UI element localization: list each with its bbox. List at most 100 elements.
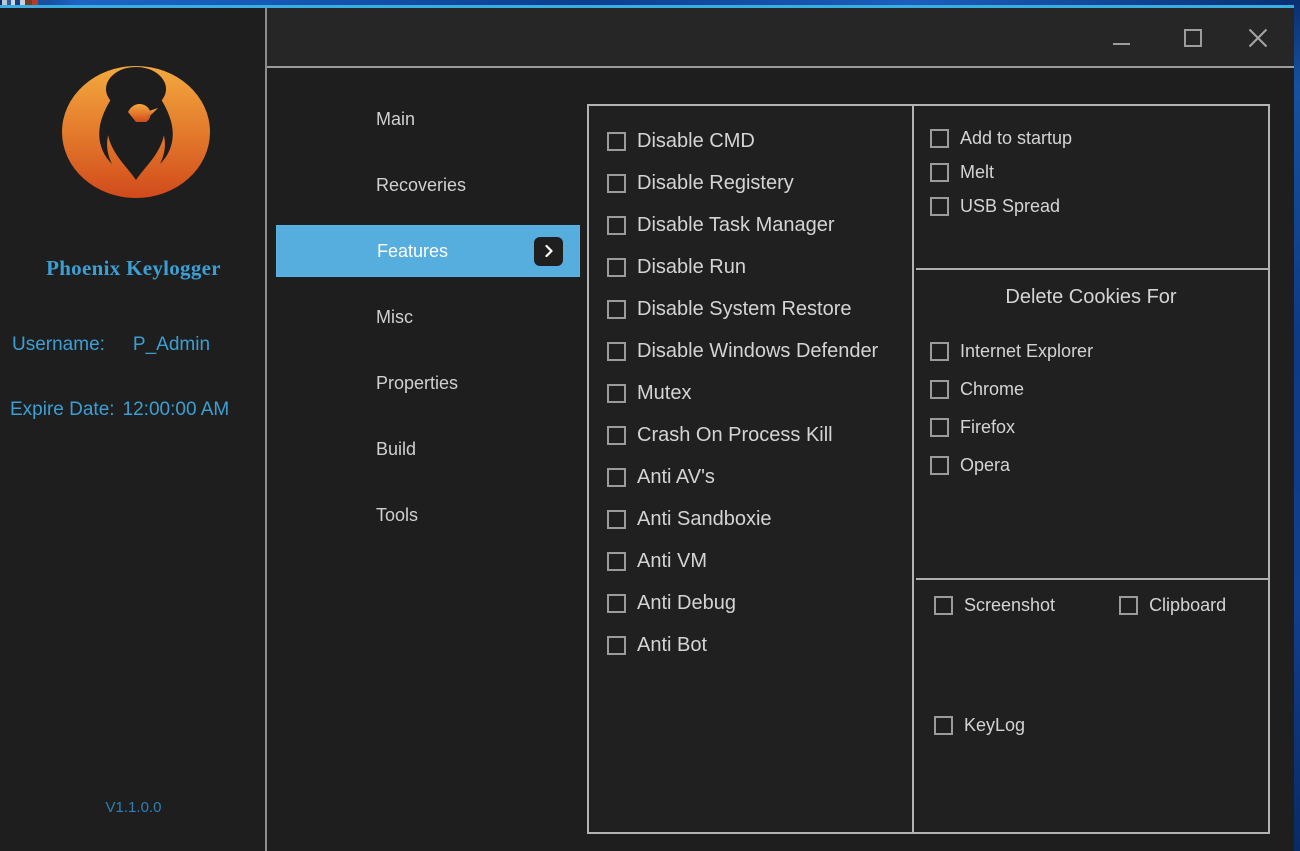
checkbox-label: Opera bbox=[960, 455, 1011, 475]
sidebar: Phoenix Keylogger Username: P_Admin Expir… bbox=[2, 8, 265, 851]
checkbox-row[interactable]: Add to startup bbox=[930, 128, 1072, 149]
checkbox-chrome[interactable] bbox=[930, 380, 949, 399]
client-area: Phoenix Keylogger Username: P_Admin Expir… bbox=[2, 8, 1294, 851]
maximize-button[interactable] bbox=[1170, 20, 1216, 56]
checkbox-melt[interactable] bbox=[930, 163, 949, 182]
checkbox-internet-explorer[interactable] bbox=[930, 342, 949, 361]
checkbox-row[interactable]: Internet Explorer bbox=[930, 341, 1093, 362]
checkbox-row[interactable]: Anti Debug bbox=[607, 584, 878, 623]
checkbox-label: Add to startup bbox=[960, 128, 1073, 148]
checkbox-row[interactable]: Mutex bbox=[607, 374, 878, 413]
checkbox-label: Chrome bbox=[960, 379, 1025, 399]
checkbox-usb-spread[interactable] bbox=[930, 197, 949, 216]
close-button[interactable] bbox=[1234, 20, 1280, 56]
checkbox-crash-on-process-kill[interactable] bbox=[607, 426, 626, 445]
checkbox-label: Crash On Process Kill bbox=[637, 424, 833, 446]
checkbox-disable-run[interactable] bbox=[607, 258, 626, 277]
close-icon bbox=[1246, 27, 1268, 49]
chevron-right-icon[interactable] bbox=[534, 236, 563, 266]
checkbox-row[interactable]: KeyLog bbox=[934, 715, 1025, 736]
checkbox-label: Anti Debug bbox=[637, 592, 736, 614]
checkbox-disable-task-manager[interactable] bbox=[607, 216, 626, 235]
checkbox-label: Melt bbox=[960, 162, 995, 182]
maximize-icon bbox=[1184, 29, 1202, 47]
divider-cookies-capture bbox=[916, 578, 1268, 580]
phoenix-logo-icon bbox=[60, 56, 212, 208]
minimize-button[interactable] bbox=[1098, 20, 1144, 56]
checkbox-label: Disable Windows Defender bbox=[637, 340, 879, 362]
nav-menu: Main Recoveries Features Misc Properties Buil… bbox=[267, 68, 580, 851]
checkbox-anti-vm[interactable] bbox=[607, 552, 626, 571]
startup-options-group: Add to startup Melt USB Spread bbox=[930, 128, 1072, 217]
nav-item-label: Main bbox=[376, 108, 416, 129]
checkbox-anti-av-s[interactable] bbox=[607, 468, 626, 487]
checkbox-disable-windows-defender[interactable] bbox=[607, 342, 626, 361]
expire-date-value: 12:00:00 AM bbox=[122, 399, 230, 420]
checkbox-row[interactable]: Screenshot bbox=[934, 595, 1055, 616]
checkbox-disable-system-restore[interactable] bbox=[607, 300, 626, 319]
divider-startup-cookies bbox=[916, 268, 1268, 270]
nav-item-tools[interactable]: Tools bbox=[276, 489, 580, 541]
window-right-border bbox=[1294, 0, 1300, 851]
checkbox-label: Internet Explorer bbox=[960, 341, 1094, 361]
checkbox-label: USB Spread bbox=[960, 196, 1061, 216]
checkbox-opera[interactable] bbox=[930, 456, 949, 475]
checkbox-row[interactable]: Disable Windows Defender bbox=[607, 332, 878, 371]
checkbox-row[interactable]: Clipboard bbox=[1119, 595, 1226, 616]
checkbox-anti-debug[interactable] bbox=[607, 594, 626, 613]
checkbox-row[interactable]: Disable Run bbox=[607, 248, 878, 287]
version-label: V1.1.0.0 bbox=[105, 799, 162, 816]
checkbox-row[interactable]: Anti VM bbox=[607, 542, 878, 581]
checkbox-firefox[interactable] bbox=[930, 418, 949, 437]
checkbox-label: Disable System Restore bbox=[637, 298, 852, 320]
capture-options-group: Screenshot Clipboard bbox=[934, 595, 1254, 616]
keylog-options-group: KeyLog bbox=[934, 715, 1025, 736]
checkbox-row[interactable]: Anti Bot bbox=[607, 626, 878, 665]
brand-title: Phoenix Keylogger bbox=[46, 256, 221, 280]
checkbox-disable-registery[interactable] bbox=[607, 174, 626, 193]
features-panel-left: Disable CMD Disable Registery Disable Task… bbox=[587, 104, 914, 834]
checkbox-row[interactable]: Opera bbox=[930, 455, 1093, 476]
checkbox-add-to-startup[interactable] bbox=[930, 129, 949, 148]
checkbox-row[interactable]: Disable System Restore bbox=[607, 290, 878, 329]
username-value: P_Admin bbox=[132, 334, 211, 355]
checkbox-mutex[interactable] bbox=[607, 384, 626, 403]
nav-item-label: Build bbox=[376, 438, 417, 459]
checkbox-row[interactable]: Disable Task Manager bbox=[607, 206, 878, 245]
nav-item-main[interactable]: Main bbox=[276, 93, 580, 145]
checkbox-keylog[interactable] bbox=[934, 716, 953, 735]
nav-item-properties[interactable]: Properties bbox=[276, 357, 580, 409]
checkbox-row[interactable]: Disable Registery bbox=[607, 164, 878, 203]
nav-item-label: Misc bbox=[376, 306, 413, 327]
features-panel-right: Add to startup Melt USB Spread Delete Cook… bbox=[912, 104, 1270, 834]
nav-item-build[interactable]: Build bbox=[276, 423, 580, 475]
checkbox-screenshot[interactable] bbox=[934, 596, 953, 615]
application-window: Phoenix Keylogger Username: P_Admin Expir… bbox=[0, 0, 1300, 851]
checkbox-label: Disable Registery bbox=[637, 172, 794, 194]
title-bar bbox=[267, 8, 1294, 66]
checkbox-label: Anti Sandboxie bbox=[637, 508, 772, 530]
checkbox-disable-cmd[interactable] bbox=[607, 132, 626, 151]
checkbox-row[interactable]: Crash On Process Kill bbox=[607, 416, 878, 455]
checkbox-label: Anti VM bbox=[637, 550, 708, 572]
username-label: Username: bbox=[12, 334, 105, 355]
checkbox-row[interactable]: Chrome bbox=[930, 379, 1093, 400]
cookies-options-group: Internet Explorer Chrome Firefox Opera bbox=[930, 341, 1093, 476]
checkbox-label: Anti AV's bbox=[637, 466, 715, 488]
checkbox-label: Firefox bbox=[960, 417, 1016, 437]
nav-item-label: Properties bbox=[376, 372, 459, 393]
checkbox-row[interactable]: Anti AV's bbox=[607, 458, 878, 497]
checkbox-row[interactable]: Melt bbox=[930, 162, 1072, 183]
nav-item-misc[interactable]: Misc bbox=[276, 291, 580, 343]
checkbox-row[interactable]: Firefox bbox=[930, 417, 1093, 438]
nav-item-features[interactable]: Features bbox=[276, 225, 580, 277]
checkbox-label: Disable Task Manager bbox=[637, 214, 835, 236]
checkbox-clipboard[interactable] bbox=[1119, 596, 1139, 615]
checkbox-label: Clipboard bbox=[1149, 595, 1227, 615]
checkbox-row[interactable]: Disable CMD bbox=[607, 122, 878, 161]
checkbox-row[interactable]: USB Spread bbox=[930, 196, 1072, 217]
checkbox-anti-bot[interactable] bbox=[607, 636, 626, 655]
nav-item-recoveries[interactable]: Recoveries bbox=[276, 159, 580, 211]
checkbox-row[interactable]: Anti Sandboxie bbox=[607, 500, 878, 539]
checkbox-anti-sandboxie[interactable] bbox=[607, 510, 626, 529]
